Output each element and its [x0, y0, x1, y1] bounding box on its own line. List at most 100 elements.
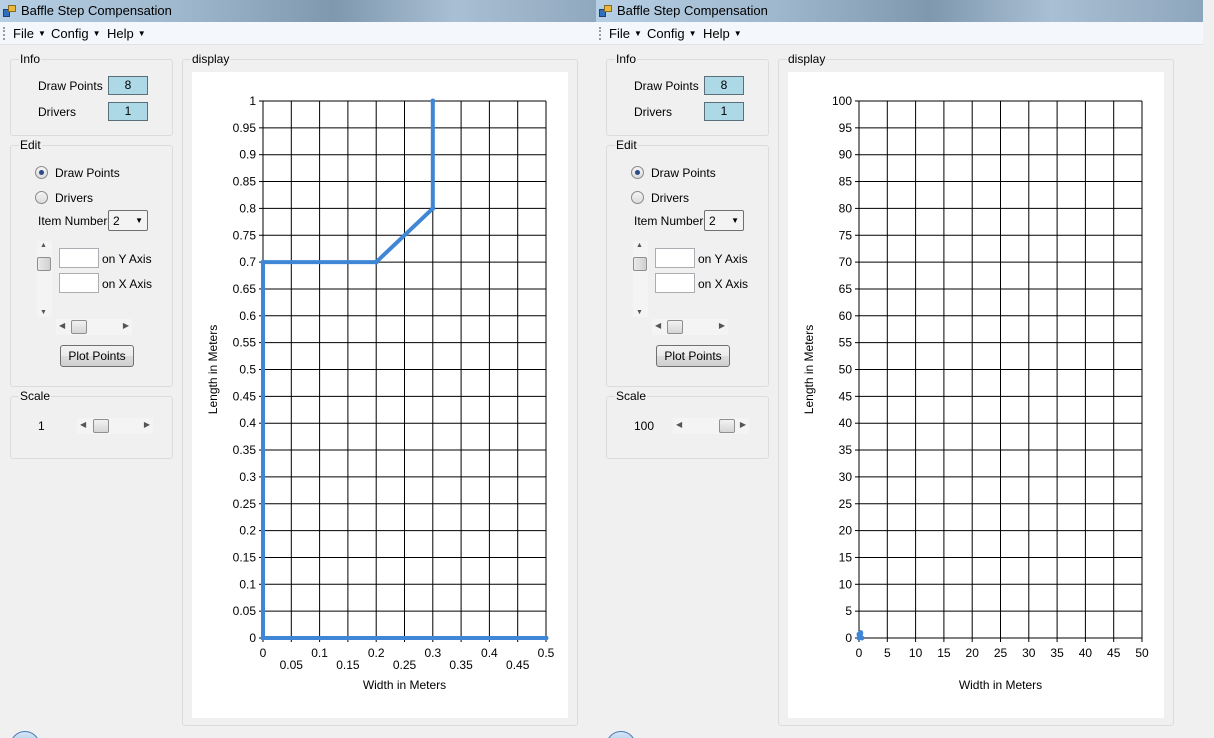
scroll-right-arrow-icon[interactable]: ▶ — [719, 321, 725, 330]
radio-draw-points[interactable] — [35, 166, 48, 179]
radio-drivers[interactable] — [35, 191, 48, 204]
vertical-scroll-thumb[interactable] — [37, 257, 51, 271]
horizontal-scroll-thumb[interactable] — [71, 320, 87, 334]
y-tick-label: 0.05 — [233, 604, 257, 618]
y-axis-label: on Y Axis — [698, 252, 748, 266]
scroll-up-arrow-icon[interactable]: ▲ — [40, 242, 47, 249]
draw-points-label: Draw Points — [634, 79, 699, 93]
y-tick-label: 0.55 — [233, 336, 257, 350]
y-axis-input[interactable] — [655, 248, 695, 268]
horizontal-scroll-thumb[interactable] — [667, 320, 683, 334]
radio-drivers-label[interactable]: Drivers — [55, 191, 93, 205]
vertical-scrollbar[interactable]: ▲ ▼ — [633, 241, 648, 317]
x-tick-label: 0.35 — [449, 658, 473, 672]
display-group-title: display — [787, 52, 827, 66]
scale-group-title: Scale — [615, 389, 648, 403]
x-tick-label: 10 — [909, 646, 923, 660]
drivers-label: Drivers — [38, 105, 76, 119]
horizontal-scrollbar[interactable]: ◀ ▶ — [56, 319, 132, 335]
radio-drivers-label[interactable]: Drivers — [651, 191, 689, 205]
title-bar[interactable]: Baffle Step Compensation — [0, 0, 607, 22]
item-number-select[interactable]: 2 ▼ — [704, 210, 744, 231]
radio-draw-points[interactable] — [631, 166, 644, 179]
scroll-right-arrow-icon[interactable]: ▶ — [740, 420, 746, 429]
scale-group-title: Scale — [19, 389, 52, 403]
x-tick-label: 45 — [1107, 646, 1121, 660]
menu-file[interactable]: File ▼ — [13, 26, 46, 41]
scroll-down-arrow-icon[interactable]: ▼ — [40, 309, 47, 316]
y-tick-label: 0.6 — [239, 309, 256, 323]
menu-help[interactable]: Help ▼ — [107, 26, 146, 41]
chevron-down-icon: ▼ — [733, 29, 742, 38]
scroll-left-arrow-icon[interactable]: ◀ — [655, 321, 661, 330]
vertical-scroll-thumb[interactable] — [633, 257, 647, 271]
menu-config[interactable]: Config ▼ — [647, 26, 697, 41]
chart-svg: 0 0.05 0.1 0.15 0.2 0.25 0.3 0.35 0.4 0.45 0.5 0.55… — [206, 94, 555, 692]
app-icon — [3, 5, 16, 17]
series-point — [430, 205, 436, 211]
scroll-up-arrow-icon[interactable]: ▲ — [636, 242, 643, 249]
x-axis-input[interactable] — [59, 273, 99, 293]
y-tick-label: 100 — [832, 94, 852, 108]
scale-slider-thumb[interactable] — [719, 419, 735, 433]
vertical-scrollbar[interactable]: ▲ ▼ — [37, 241, 52, 317]
y-tick-label: 25 — [839, 497, 853, 511]
start-orb-icon[interactable] — [10, 731, 40, 738]
y-tick-label: 30 — [839, 470, 853, 484]
plot-points-button[interactable]: Plot Points — [60, 345, 134, 367]
draw-points-value: 8 — [704, 76, 744, 95]
scroll-right-arrow-icon[interactable]: ▶ — [123, 321, 129, 330]
dropdown-arrow-icon: ▼ — [135, 216, 143, 225]
scale-slider[interactable]: ◀ ▶ — [673, 418, 749, 434]
radio-draw-points-label[interactable]: Draw Points — [651, 166, 716, 180]
y-axis-input[interactable] — [59, 248, 99, 268]
item-number-label: Item Number — [634, 214, 704, 228]
scroll-left-arrow-icon[interactable]: ◀ — [676, 420, 682, 429]
item-number-select[interactable]: 2 ▼ — [108, 210, 148, 231]
chevron-down-icon: ▼ — [137, 29, 146, 38]
start-orb-icon[interactable] — [606, 731, 636, 738]
radio-drivers[interactable] — [631, 191, 644, 204]
scroll-right-arrow-icon[interactable]: ▶ — [144, 420, 150, 429]
y-tick-label: 70 — [839, 255, 853, 269]
y-tick-label: 85 — [839, 175, 853, 189]
menu-grip — [3, 27, 6, 40]
x-axis-input[interactable] — [655, 273, 695, 293]
x-axis-title: Width in Meters — [363, 678, 446, 692]
y-tick-label: 0.15 — [233, 550, 257, 564]
item-number-value: 2 — [113, 214, 120, 228]
scroll-left-arrow-icon[interactable]: ◀ — [80, 420, 86, 429]
radio-draw-points-label[interactable]: Draw Points — [55, 166, 120, 180]
chart-area: 0 5 10 15 20 25 30 35 40 45 50 55 60 65 70 75 80 85 90 95 10… — [788, 72, 1164, 718]
chart-svg: 0510152025303540455055606570758085909510… — [802, 94, 1149, 692]
y-tick-label: 0.75 — [233, 228, 257, 242]
menu-file[interactable]: File ▼ — [609, 26, 642, 41]
plot-points-button[interactable]: Plot Points — [656, 345, 730, 367]
window-title: Baffle Step Compensation — [21, 3, 172, 18]
y-axis-title: Length in Meters — [206, 325, 220, 414]
draw-points-value: 8 — [108, 76, 148, 95]
y-tick-label: 35 — [839, 443, 853, 457]
chevron-down-icon: ▼ — [92, 29, 101, 38]
horizontal-scrollbar[interactable]: ◀ ▶ — [652, 319, 728, 335]
scale-slider-thumb[interactable] — [93, 419, 109, 433]
x-tick-label: 0.15 — [336, 658, 360, 672]
y-tick-label: 0.7 — [239, 255, 256, 269]
scroll-down-arrow-icon[interactable]: ▼ — [636, 309, 643, 316]
menu-help[interactable]: Help ▼ — [703, 26, 742, 41]
y-tick-label: 0.9 — [239, 148, 256, 162]
menu-config[interactable]: Config ▼ — [51, 26, 101, 41]
chevron-down-icon: ▼ — [633, 29, 642, 38]
info-group: Info Draw Points 8 Drivers 1 — [606, 52, 769, 136]
scale-group: Scale 1 ◀ ▶ — [10, 389, 173, 459]
x-tick-label: 0.1 — [311, 646, 328, 660]
item-number-label: Item Number — [38, 214, 108, 228]
scroll-left-arrow-icon[interactable]: ◀ — [59, 321, 65, 330]
title-bar[interactable]: Baffle Step Compensation — [596, 0, 1203, 22]
y-tick-label: 10 — [839, 577, 853, 591]
chart-area: 0 0.05 0.1 0.15 0.2 0.25 0.3 0.35 0.4 0.45 0.5 0.55… — [192, 72, 568, 718]
y-tick-label: 55 — [839, 336, 853, 350]
scale-slider[interactable]: ◀ ▶ — [77, 418, 153, 434]
x-tick-label: 15 — [937, 646, 951, 660]
y-tick-label: 80 — [839, 201, 853, 215]
